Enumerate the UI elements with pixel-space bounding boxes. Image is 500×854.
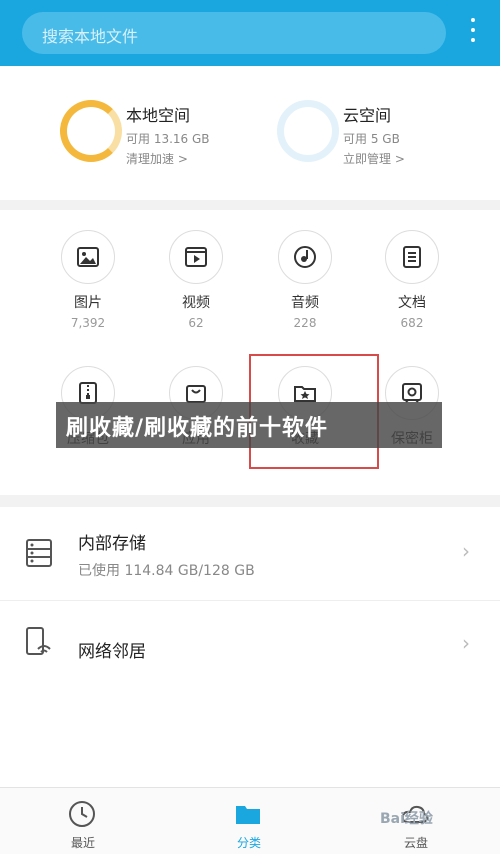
local-space-title: 本地空间 — [126, 106, 191, 125]
local-space-available: 可用 13.16 GB — [126, 132, 210, 146]
tab-category[interactable]: 分类 — [166, 788, 332, 854]
local-space-ring-icon — [60, 100, 122, 162]
internal-storage-row[interactable]: 内部存储 已使用 114.84 GB/128 GB › — [0, 507, 500, 599]
audio-icon — [278, 230, 332, 284]
category-pictures[interactable]: 图片 7,392 — [33, 210, 143, 330]
network-device-icon — [26, 627, 54, 661]
category-count: 228 — [293, 316, 317, 330]
category-label: 视频 — [182, 295, 210, 311]
more-menu-icon[interactable] — [466, 18, 480, 48]
tab-label: 分类 — [236, 836, 261, 850]
category-videos[interactable]: 视频 62 — [141, 210, 251, 330]
document-icon — [385, 230, 439, 284]
category-count: 7,392 — [70, 316, 106, 330]
picture-icon — [61, 230, 115, 284]
search-placeholder: 搜索本地文件 — [42, 27, 139, 46]
watermark-text: Bai经验 — [380, 811, 433, 827]
category-count: 682 — [400, 316, 424, 330]
title-banner: 刷收藏/刷收藏的前十软件 — [56, 402, 442, 448]
cloud-space-title: 云空间 — [343, 106, 392, 125]
category-label: 音频 — [291, 295, 319, 311]
divider — [0, 495, 500, 507]
video-icon — [169, 230, 223, 284]
internal-storage-usage: 已使用 114.84 GB/128 GB — [78, 563, 255, 579]
clean-accelerate-link[interactable]: 清理加速 > — [126, 150, 188, 167]
cloud-space-ring-icon — [277, 100, 339, 162]
clock-icon — [69, 801, 95, 827]
network-neighborhood-title: 网络邻居 — [78, 642, 146, 662]
storage-summary: 本地空间 可用 13.16 GB 清理加速 > 云空间 可用 5 GB 立即管理… — [0, 66, 500, 200]
folder-icon — [236, 806, 260, 824]
chevron-right-icon: › — [462, 631, 470, 655]
tab-recent[interactable]: 最近 — [0, 788, 166, 854]
category-label: 文档 — [398, 295, 426, 311]
category-count: 62 — [188, 316, 204, 330]
network-neighborhood-row[interactable]: 网络邻居 › — [0, 600, 500, 693]
category-documents[interactable]: 文档 682 — [357, 210, 467, 330]
category-audio[interactable]: 音频 228 — [250, 210, 360, 330]
banner-text: 刷收藏/刷收藏的前十软件 — [66, 416, 329, 441]
category-label: 图片 — [74, 295, 102, 311]
manage-now-link[interactable]: 立即管理 > — [343, 150, 405, 167]
tab-label: 最近 — [70, 836, 95, 850]
cloud-space-available: 可用 5 GB — [343, 132, 400, 146]
tab-label: 云盘 — [403, 836, 428, 850]
storage-server-icon — [26, 539, 52, 571]
divider — [0, 200, 500, 210]
search-input[interactable]: 搜索本地文件 — [22, 12, 446, 54]
internal-storage-title: 内部存储 — [78, 534, 146, 554]
chevron-right-icon: › — [462, 539, 470, 563]
top-bar: 搜索本地文件 — [0, 0, 500, 66]
